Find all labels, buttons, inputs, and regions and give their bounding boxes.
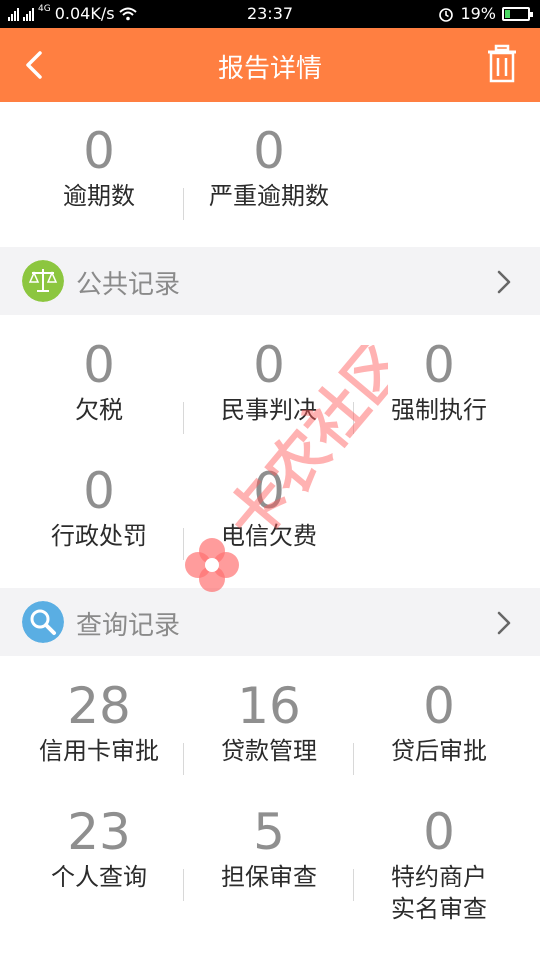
stat-label-line2: 实名审查 <box>391 895 487 923</box>
stat-merchant-verification: 0 特约商户 实名审查 <box>354 805 524 925</box>
section-title: 公共记录 <box>76 270 181 300</box>
stat-label: 严重逾期数 <box>209 182 329 210</box>
stat-label: 欠税 <box>75 396 123 424</box>
battery-icon <box>502 6 533 21</box>
battery-fill <box>505 9 510 18</box>
section-query-records[interactable]: 查询记录 <box>0 588 540 656</box>
stat-value: 0 <box>83 336 115 394</box>
stat-label: 担保审查 <box>221 863 317 891</box>
section-public-records[interactable]: 公共记录 <box>0 247 540 315</box>
stat-value: 23 <box>67 803 131 861</box>
stat-personal-query: 23 个人查询 <box>14 805 184 893</box>
stat-label: 特约商户 <box>391 863 487 891</box>
stat-label: 强制执行 <box>391 396 487 424</box>
section-title: 查询记录 <box>76 611 181 641</box>
stat-telecom-arrears: 0 电信欠费 <box>184 464 354 552</box>
stat-admin-penalty: 0 行政处罚 <box>14 464 184 552</box>
stat-tax-arrears: 0 欠税 <box>14 338 184 426</box>
chevron-right-icon <box>497 611 511 635</box>
stat-guarantee-review: 5 担保审查 <box>184 805 354 893</box>
stat-post-loan-approval: 0 贷后审批 <box>354 679 524 767</box>
stat-civil-judgment: 0 民事判决 <box>184 338 354 426</box>
search-icon <box>22 601 64 643</box>
trash-icon[interactable] <box>486 44 518 84</box>
stat-label: 信用卡审批 <box>39 737 159 765</box>
stat-value: 0 <box>423 336 455 394</box>
stat-value: 0 <box>83 462 115 520</box>
header-bar: 报告详情 <box>0 28 540 102</box>
stat-value: 0 <box>253 336 285 394</box>
scales-icon <box>22 260 64 302</box>
stat-label: 贷款管理 <box>221 737 317 765</box>
stat-label: 民事判决 <box>221 396 317 424</box>
alarm-icon <box>439 7 454 22</box>
stat-overdue: 0 逾期数 <box>14 124 184 212</box>
stat-label: 行政处罚 <box>51 522 147 550</box>
stat-value: 16 <box>237 677 301 735</box>
stat-loan-management: 16 贷款管理 <box>184 679 354 767</box>
stat-value: 28 <box>67 677 131 735</box>
stat-label: 个人查询 <box>51 863 147 891</box>
status-bar: 4G 0.04K/s 23:37 19% <box>0 0 540 28</box>
stat-value: 0 <box>423 677 455 735</box>
stat-value: 0 <box>253 122 285 180</box>
stat-value: 0 <box>253 462 285 520</box>
stat-serious-overdue: 0 严重逾期数 <box>184 124 354 212</box>
stat-value: 0 <box>83 122 115 180</box>
chevron-right-icon <box>497 270 511 294</box>
stat-label: 贷后审批 <box>391 737 487 765</box>
stat-value: 0 <box>423 803 455 861</box>
stat-label: 逾期数 <box>63 182 135 210</box>
stat-enforcement: 0 强制执行 <box>354 338 524 426</box>
page-title: 报告详情 <box>217 54 322 84</box>
stat-credit-card-approval: 28 信用卡审批 <box>14 679 184 767</box>
stat-label: 电信欠费 <box>221 522 317 550</box>
stat-value: 5 <box>253 803 285 861</box>
battery-percent: 19% <box>460 4 496 23</box>
status-right: 19% <box>438 4 533 23</box>
